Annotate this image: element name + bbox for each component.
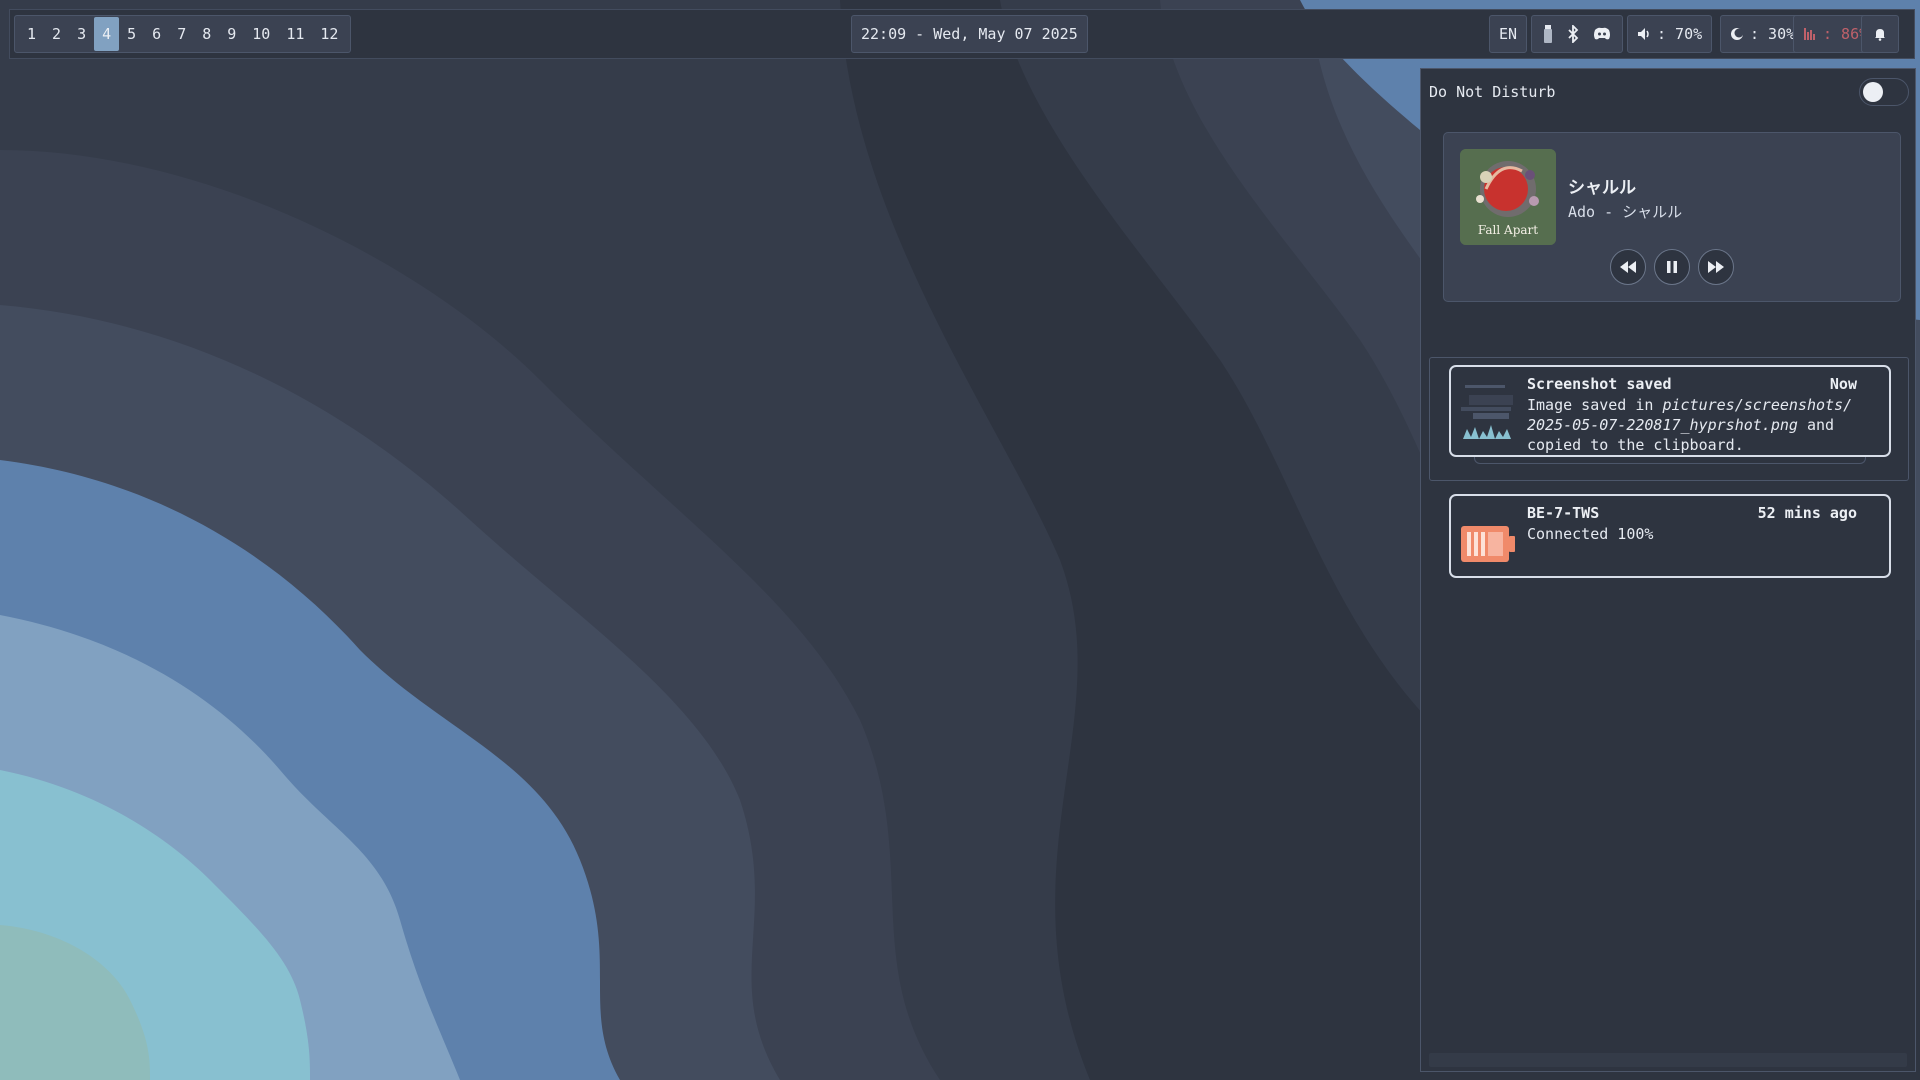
bluetooth-icon[interactable] bbox=[1567, 25, 1579, 43]
brightness-level: : 30% bbox=[1750, 25, 1796, 43]
keyboard-layout-indicator[interactable]: EN bbox=[1489, 15, 1527, 53]
album-cover-caption: Fall Apart bbox=[1477, 223, 1539, 237]
do-not-disturb-label: Do Not Disturb bbox=[1429, 83, 1556, 101]
workspace-button-11[interactable]: 11 bbox=[278, 17, 312, 51]
volume-level: : 70% bbox=[1657, 25, 1703, 43]
do-not-disturb-toggle[interactable] bbox=[1859, 78, 1909, 106]
media-player-card: Fall Apart シャルル Ado - シャルル bbox=[1443, 132, 1901, 302]
album-cover: Fall Apart bbox=[1460, 149, 1556, 245]
notification-body-prefix: Image saved in bbox=[1527, 396, 1663, 414]
workspace-button-3[interactable]: 3 bbox=[69, 17, 94, 51]
battery-icon bbox=[1461, 526, 1517, 566]
clock-widget[interactable]: 22:09 - Wed, May 07 2025 bbox=[851, 15, 1088, 53]
speaker-icon bbox=[1637, 27, 1651, 41]
notification-panel: Do Not Disturb Fall Apart シャルル Ado - シャル… bbox=[1420, 68, 1916, 1072]
workspace-button-4[interactable]: 4 bbox=[94, 17, 120, 51]
stacked-notifications-indicator bbox=[1474, 456, 1866, 464]
workspace-button-6[interactable]: 6 bbox=[144, 17, 169, 51]
workspace-button-12[interactable]: 12 bbox=[312, 17, 346, 51]
panel-scrollbar[interactable] bbox=[1429, 1053, 1907, 1067]
notification-time: Now bbox=[1829, 375, 1857, 393]
workspace-button-1[interactable]: 1 bbox=[19, 17, 44, 51]
notification-title: BE-7-TWS bbox=[1527, 504, 1600, 522]
brightness-icon bbox=[1730, 27, 1744, 41]
discord-icon[interactable] bbox=[1593, 27, 1611, 41]
pause-icon bbox=[1667, 261, 1677, 273]
language-code: EN bbox=[1498, 25, 1518, 43]
memory-chart-icon bbox=[1803, 27, 1817, 41]
workspace-button-9[interactable]: 9 bbox=[219, 17, 244, 51]
clock-text: 22:09 - Wed, May 07 2025 bbox=[861, 25, 1078, 43]
previous-track-button[interactable] bbox=[1610, 249, 1646, 285]
workspace-switcher: 1 2 3 4 5 6 7 8 9 10 11 12 bbox=[14, 15, 352, 53]
workspace-button-5[interactable]: 5 bbox=[119, 17, 144, 51]
top-bar: 1 2 3 4 5 6 7 8 9 10 11 12 22:09 - Wed, May 07 2025… bbox=[9, 9, 1915, 59]
next-track-button[interactable] bbox=[1698, 249, 1734, 285]
track-artist: Ado - シャルル bbox=[1568, 203, 1683, 221]
workspace-button-10[interactable]: 10 bbox=[244, 17, 278, 51]
notification-screenshot-saved[interactable]: Screenshot saved Now Image saved in pict… bbox=[1449, 365, 1891, 457]
workspace-button-7[interactable]: 7 bbox=[169, 17, 194, 51]
notification-title: Screenshot saved bbox=[1527, 375, 1672, 393]
volume-widget[interactable]: : 70% bbox=[1627, 15, 1713, 53]
track-title: シャルル bbox=[1568, 178, 1636, 198]
system-tray bbox=[1531, 15, 1623, 53]
usb-drive-icon[interactable] bbox=[1543, 25, 1553, 43]
toggle-knob bbox=[1863, 82, 1883, 102]
notification-body: Connected 100% bbox=[1527, 525, 1654, 543]
workspace-button-2[interactable]: 2 bbox=[44, 17, 69, 51]
workspace-button-8[interactable]: 8 bbox=[194, 17, 219, 51]
notification-time: 52 mins ago bbox=[1757, 504, 1857, 522]
screenshot-thumbnail bbox=[1459, 377, 1519, 447]
rewind-icon bbox=[1620, 261, 1636, 273]
notification-body: Image saved in pictures/screenshots/ 202… bbox=[1527, 395, 1877, 455]
notification-center-button[interactable] bbox=[1861, 15, 1899, 53]
notification-bluetooth-device[interactable]: BE-7-TWS 52 mins ago Connected 100% bbox=[1449, 494, 1891, 578]
play-pause-button[interactable] bbox=[1654, 249, 1690, 285]
fast-forward-icon bbox=[1708, 261, 1724, 273]
bell-icon bbox=[1873, 27, 1887, 41]
